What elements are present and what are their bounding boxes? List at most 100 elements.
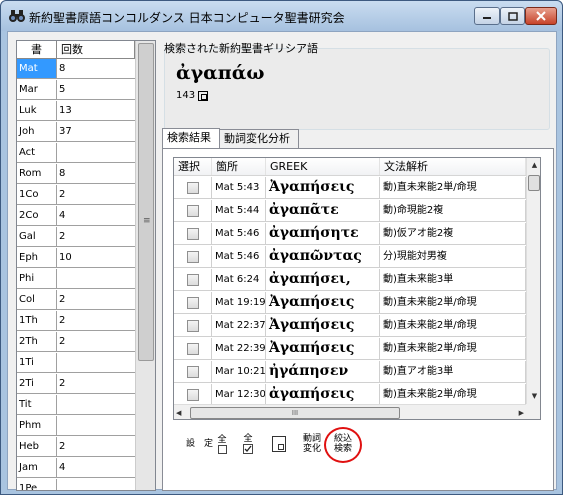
search-word-group — [164, 48, 550, 130]
book-row[interactable]: 2Ti 2 — [17, 374, 135, 394]
select-checkbox[interactable] — [186, 204, 199, 217]
reference-cell: Mat 22:37 — [212, 315, 266, 336]
reference-cell: Mat 5:46 — [212, 246, 266, 267]
book-row[interactable]: Act — [17, 143, 135, 163]
book-name: 1Ti — [17, 353, 57, 372]
book-count: 2 — [59, 189, 66, 200]
count-value: 143 — [176, 90, 196, 101]
maximize-button[interactable] — [500, 7, 525, 25]
count-box-icon[interactable] — [198, 90, 209, 101]
select-cell — [174, 269, 212, 290]
results-vertical-scrollbar[interactable]: ▲ ▼ — [526, 158, 540, 404]
book-row[interactable]: Eph 10 — [17, 248, 135, 268]
result-row[interactable]: Mat 22:37 Ἀγαπήσεις 動)直未来能2単/命現 — [174, 315, 526, 337]
minimize-button[interactable] — [474, 7, 500, 25]
scroll-right-icon[interactable]: ▶ — [519, 405, 524, 419]
book-row[interactable]: Phi — [17, 269, 135, 289]
scroll-left-icon[interactable]: ◀ — [176, 405, 181, 419]
greek-cell: Ἀγαπήσεις — [266, 292, 380, 313]
book-count: 2 — [59, 294, 66, 305]
column-header-count[interactable]: 回数 — [57, 41, 135, 58]
book-row[interactable]: Joh 37 — [17, 122, 135, 142]
reference-cell: Mar 12:30 — [212, 384, 266, 405]
searched-greek-word: ἀγαπάω — [176, 62, 265, 84]
book-row[interactable]: 1Pe — [17, 479, 135, 490]
page-view-button[interactable] — [267, 429, 291, 459]
window-title: 新約聖書原語コンコルダンス 日本コンピュータ聖書研究会 — [29, 11, 345, 25]
book-row[interactable]: Jam 4 — [17, 458, 135, 478]
reference-cell: Mat 19:19 — [212, 292, 266, 313]
book-row[interactable]: Mat 8 — [17, 59, 135, 79]
grammar-cell: 分)現能対男複 — [380, 246, 526, 267]
book-row[interactable]: Gal 2 — [17, 227, 135, 247]
book-row[interactable]: Luk 13 — [17, 101, 135, 121]
book-count: 4 — [59, 462, 66, 473]
result-row[interactable]: Mat 5:44 ἀγαπᾶτε 動)命現能2複 — [174, 200, 526, 222]
book-row[interactable]: 2Co 4 — [17, 206, 135, 226]
scroll-up-icon[interactable]: ▲ — [527, 158, 540, 173]
select-checkbox[interactable] — [186, 319, 199, 332]
book-name: Eph — [17, 248, 57, 267]
scroll-corner — [526, 404, 540, 419]
column-header-book[interactable]: 書 — [17, 41, 57, 58]
column-header-select[interactable]: 選択 — [174, 158, 212, 175]
close-button[interactable] — [525, 7, 557, 25]
book-row[interactable]: Rom 8 — [17, 164, 135, 184]
select-checkbox[interactable] — [186, 365, 199, 378]
book-row[interactable]: Heb 2 — [17, 437, 135, 457]
result-row[interactable]: Mat 22:39 Ἀγαπήσεις 動)直未来能2単/命現 — [174, 338, 526, 360]
horizontal-scroll-thumb[interactable]: III — [190, 407, 400, 419]
book-row[interactable]: Mar 5 — [17, 80, 135, 100]
select-checkbox[interactable] — [186, 388, 199, 401]
select-checkbox[interactable] — [186, 342, 199, 355]
result-row[interactable]: Mat 6:24 ἀγαπήσει, 動)直未来能3単 — [174, 269, 526, 291]
book-count: 2 — [59, 336, 66, 347]
book-row[interactable]: Tit — [17, 395, 135, 415]
settings-button[interactable]: 設 定 — [179, 429, 213, 459]
select-checkbox[interactable] — [186, 181, 199, 194]
result-row[interactable]: Mat 5:46 ἀγαπῶντας 分)現能対男複 — [174, 246, 526, 268]
select-checkbox[interactable] — [186, 250, 199, 263]
book-name: 2Co — [17, 206, 57, 225]
verb-change-button[interactable]: 動詞 変化 — [297, 429, 327, 459]
results-grid[interactable]: 選択 箇所 GREEK 文法解析 Mat 5:43 Ἀγαπήσεις 動)直未来能… — [173, 157, 541, 420]
column-header-grammar[interactable]: 文法解析 — [380, 158, 526, 175]
check-all-button[interactable]: 全 — [237, 429, 259, 459]
book-row[interactable]: 1Ti — [17, 353, 135, 373]
book-row[interactable]: 1Co 2 — [17, 185, 135, 205]
column-header-greek[interactable]: GREEK — [266, 158, 380, 175]
results-header: 選択 箇所 GREEK 文法解析 — [174, 158, 526, 176]
result-row[interactable]: Mar 12:30 ἀγαπήσεις 動)直未来能2単/命現 — [174, 384, 526, 406]
title-bar[interactable]: 新約聖書原語コンコルダンス 日本コンピュータ聖書研究会 — [1, 1, 562, 31]
book-row[interactable]: 1Th 2 — [17, 311, 135, 331]
highlight-circle — [324, 427, 362, 463]
book-name: 2Ti — [17, 374, 57, 393]
book-name: Joh — [17, 122, 57, 141]
result-row[interactable]: Mat 5:46 ἀγαπήσητε 動)仮アオ能2複 — [174, 223, 526, 245]
results-horizontal-scrollbar[interactable]: ◀ III ▶ — [174, 404, 526, 419]
book-name: 1Pe — [17, 479, 57, 490]
result-row[interactable]: Mat 19:19 Ἀγαπήσεις 動)直未来能2単/命現 — [174, 292, 526, 314]
book-name: Phm — [17, 416, 57, 435]
select-checkbox[interactable] — [186, 296, 199, 309]
tab-search-results[interactable]: 検索結果 — [162, 128, 220, 149]
book-count — [57, 416, 135, 435]
book-row[interactable]: 2Th 2 — [17, 332, 135, 352]
scroll-down-icon[interactable]: ▼ — [527, 389, 540, 404]
book-name: Jam — [17, 458, 57, 477]
book-list-scrollbar[interactable]: ≡ — [135, 41, 155, 490]
column-header-reference[interactable]: 箇所 — [212, 158, 266, 175]
book-count — [57, 143, 135, 162]
book-row[interactable]: Col 2 — [17, 290, 135, 310]
select-checkbox[interactable] — [186, 227, 199, 240]
tab-verb-analysis[interactable]: 動詞変化分析 — [219, 129, 299, 148]
result-row[interactable]: Mat 5:43 Ἀγαπήσεις 動)直未来能2単/命現 — [174, 177, 526, 199]
book-row[interactable]: Phm — [17, 416, 135, 436]
result-row[interactable]: Mar 10:21 ἠγάπησεν 動)直アオ能3単 — [174, 361, 526, 383]
book-list[interactable]: 書 回数 Mat 8 Mar 5 Luk 13 Joh 37 Act Rom 8 1Co 2 2Co 4 Ga… — [16, 40, 156, 491]
vertical-scroll-thumb[interactable] — [528, 175, 540, 191]
select-all-button[interactable]: 全 — [211, 429, 233, 459]
scroll-thumb[interactable]: ≡ — [138, 43, 154, 361]
select-cell — [174, 292, 212, 313]
select-checkbox[interactable] — [186, 273, 199, 286]
